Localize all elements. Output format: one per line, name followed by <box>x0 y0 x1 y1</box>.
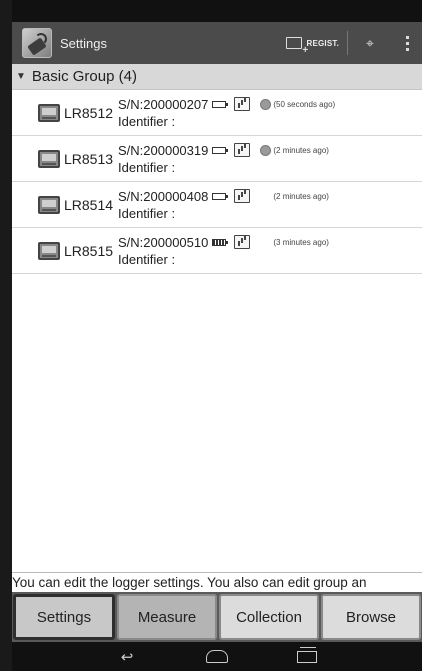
device-identifier: Identifier : <box>118 205 176 221</box>
device-row[interactable]: LR8512 S/N:200000207 (50 seconds ago) Ident… <box>12 90 422 136</box>
last-update-time: (3 minutes ago) <box>273 237 329 247</box>
status-message: You can edit the logger settings. You al… <box>12 572 422 592</box>
group-header[interactable]: ▼ Basic Group (4) <box>12 64 422 90</box>
back-icon[interactable]: ↩ <box>113 647 141 667</box>
overflow-dot-icon <box>405 47 409 51</box>
device-serial: S/N:200000408 <box>118 188 209 204</box>
last-update-time: (2 minutes ago) <box>273 191 329 201</box>
battery-full-icon <box>212 238 229 246</box>
device-info: S/N:200000510 (3 minutes ago) Identifier : <box>118 234 329 268</box>
device-info: S/N:200000207 (50 seconds ago) Identifier … <box>118 96 335 130</box>
last-update-time: (2 minutes ago) <box>273 145 329 155</box>
signal-strength-icon <box>234 235 251 249</box>
group-label: Basic Group (4) <box>31 68 137 85</box>
logger-device-icon <box>38 103 60 122</box>
tab-measure[interactable]: Measure <box>117 594 217 640</box>
add-device-icon <box>286 37 308 56</box>
power-plug-icon <box>212 192 229 200</box>
regist-label: REGIST. <box>306 38 339 48</box>
overflow-menu-button[interactable] <box>392 22 422 64</box>
power-plug-icon <box>212 146 229 154</box>
signal-strength-icon <box>234 97 251 111</box>
cloud-status-icon <box>260 98 272 110</box>
overflow-dot-icon <box>405 35 409 39</box>
tab-collection[interactable]: Collection <box>219 594 319 640</box>
recent-apps-icon[interactable] <box>293 646 321 667</box>
regist-button[interactable]: REGIST. <box>278 22 347 64</box>
device-identifier: Identifier : <box>118 159 176 175</box>
expand-arrow-icon: ▼ <box>16 71 26 82</box>
wireless-signal-icon: ⌖ <box>366 34 374 51</box>
device-identifier: Identifier : <box>118 251 176 267</box>
signal-strength-icon <box>234 189 251 203</box>
tab-bar: Settings Measure Collection Browse <box>12 592 422 642</box>
last-update-time: (50 seconds ago) <box>273 99 336 109</box>
tab-browse[interactable]: Browse <box>321 594 421 640</box>
device-identifier: Identifier : <box>118 113 176 129</box>
app-title: Settings <box>60 35 107 51</box>
signal-strength-icon <box>234 143 251 157</box>
device-model: LR8512 <box>64 104 114 121</box>
logger-device-icon <box>38 195 60 214</box>
wireless-search-button[interactable]: ⌖ <box>348 22 392 64</box>
navigation-bar: ↩ <box>12 642 422 671</box>
app-logo-icon <box>22 28 52 58</box>
app-window: Settings REGIST. ⌖ ▼ Basic Group (4) LR8… <box>0 0 422 671</box>
status-bar <box>12 0 422 22</box>
device-info: S/N:200000408 (2 minutes ago) Identifier : <box>118 188 329 222</box>
device-info: S/N:200000319 (2 minutes ago) Identifier : <box>118 142 329 176</box>
device-serial: S/N:200000510 <box>118 234 209 250</box>
device-model: LR8513 <box>64 150 114 167</box>
device-model: LR8515 <box>64 242 114 259</box>
device-row[interactable]: LR8514 S/N:200000408 (2 minutes ago) Identi… <box>12 182 422 228</box>
tab-settings[interactable]: Settings <box>13 594 115 640</box>
overflow-dot-icon <box>405 41 409 45</box>
device-row[interactable]: LR8515 S/N:200000510 (3 minutes ago) Identi… <box>12 228 422 274</box>
logger-device-icon <box>38 149 60 168</box>
cloud-status-icon <box>260 237 271 248</box>
device-serial: S/N:200000207 <box>118 96 209 112</box>
device-serial: S/N:200000319 <box>118 142 209 158</box>
power-plug-icon <box>212 100 229 108</box>
left-bezel <box>0 0 12 671</box>
logger-device-icon <box>38 241 60 260</box>
device-list: LR8512 S/N:200000207 (50 seconds ago) Ident… <box>12 90 422 274</box>
cloud-status-icon <box>260 191 271 202</box>
device-model: LR8514 <box>64 196 114 213</box>
home-icon[interactable] <box>203 647 231 667</box>
cloud-status-icon <box>260 144 272 156</box>
action-bar: Settings REGIST. ⌖ <box>12 22 422 64</box>
device-row[interactable]: LR8513 S/N:200000319 (2 minutes ago) Identi… <box>12 136 422 182</box>
